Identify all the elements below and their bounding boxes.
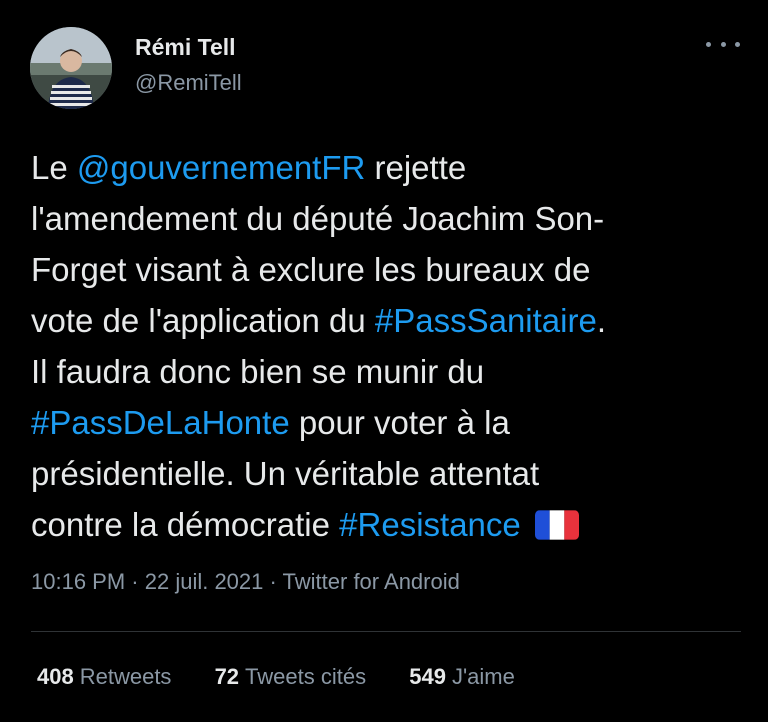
divider: [31, 631, 741, 632]
tweet-text-segment: vote de l'application du: [31, 302, 375, 339]
tweet-date[interactable]: 22 juil. 2021: [145, 569, 264, 594]
more-dots-icon[interactable]: [706, 34, 740, 54]
tweet-line: contre la démocratie #Resistance: [31, 499, 746, 550]
avatar-photo: [30, 27, 112, 109]
france-flag-icon: [534, 510, 579, 540]
tweet-text-segment: Forget visant à exclure les bureaux de: [31, 251, 591, 288]
hashtag-link[interactable]: #PassSanitaire: [375, 302, 597, 339]
tweet-line: #PassDeLaHonte pour voter à la: [31, 397, 746, 448]
tweet-meta: 10:16 PM · 22 juil. 2021 · Twitter for A…: [31, 569, 460, 595]
tweet-line: présidentielle. Un véritable attentat: [31, 448, 746, 499]
tweet-text-segment: Le: [31, 149, 77, 186]
tweet-time[interactable]: 10:16 PM: [31, 569, 125, 594]
meta-separator: ·: [263, 569, 283, 594]
mention-link[interactable]: @gouvernementFR: [77, 149, 365, 186]
tweet-line: Forget visant à exclure les bureaux de: [31, 244, 746, 295]
tweet-line: Le @gouvernementFR rejette: [31, 142, 746, 193]
tweet-text-segment: pour voter à la: [289, 404, 510, 441]
meta-separator: ·: [125, 569, 145, 594]
hashtag-link[interactable]: #Resistance: [339, 506, 521, 543]
quotes-stat[interactable]: 72 Tweets cités: [215, 664, 367, 690]
user-handle[interactable]: @RemiTell: [135, 70, 242, 96]
tweet-source[interactable]: Twitter for Android: [283, 569, 460, 594]
tweet-line: Il faudra donc bien se munir du: [31, 346, 746, 397]
avatar[interactable]: [30, 27, 112, 109]
tweet: Rémi Tell @RemiTell Le @gouvernementFR r…: [0, 0, 768, 722]
tweet-text: Le @gouvernementFR rejette l'amendement d…: [31, 142, 746, 550]
tweet-line: vote de l'application du #PassSanitaire.: [31, 295, 746, 346]
tweet-text-segment: présidentielle. Un véritable attentat: [31, 455, 540, 492]
tweet-stats: 408 Retweets 72 Tweets cités 549 J'aime: [37, 664, 552, 690]
quotes-count: 72: [214, 664, 240, 689]
retweets-label: Retweets: [79, 664, 172, 689]
retweets-stat[interactable]: 408 Retweets: [37, 664, 171, 690]
retweets-count: 408: [37, 664, 74, 689]
tweet-text-segment: l'amendement du député Joachim Son-: [31, 200, 605, 237]
tweet-line: l'amendement du député Joachim Son-: [31, 193, 746, 244]
tweet-text-segment: Il faudra donc bien se munir du: [31, 353, 485, 390]
quotes-label: Tweets cités: [245, 664, 367, 689]
tweet-text-segment: contre la démocratie: [31, 506, 340, 543]
hashtag-link[interactable]: #PassDeLaHonte: [31, 404, 290, 441]
likes-count: 549: [409, 664, 446, 689]
likes-stat[interactable]: 549 J'aime: [409, 664, 515, 690]
user-name[interactable]: Rémi Tell: [135, 34, 236, 61]
tweet-text-segment: rejette: [365, 149, 467, 186]
likes-label: J'aime: [451, 664, 515, 689]
tweet-text-segment: .: [596, 302, 607, 339]
